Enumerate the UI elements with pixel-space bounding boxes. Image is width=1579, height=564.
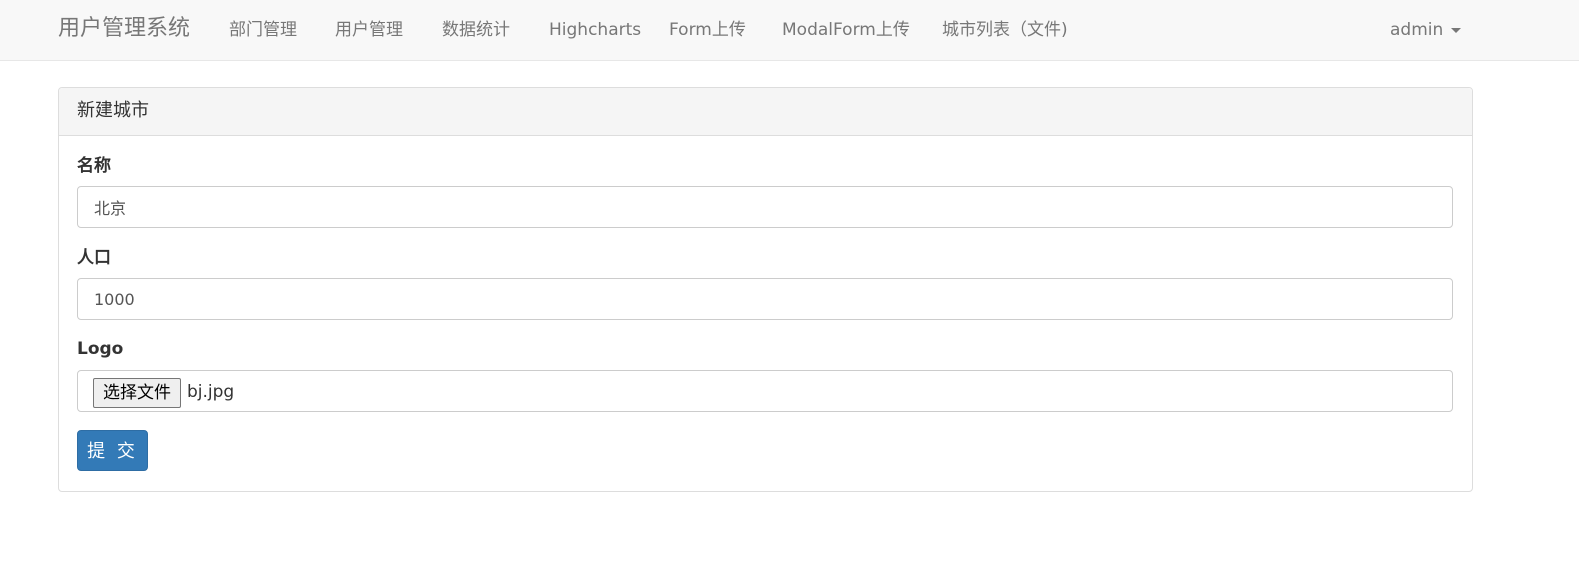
panel-title: 新建城市	[59, 88, 1472, 136]
nav-link-modalform-upload[interactable]: ModalForm上传	[782, 19, 910, 41]
logo-file-input[interactable]: 选择文件 bj.jpg	[77, 370, 1453, 412]
nav-link-highcharts[interactable]: Highcharts	[549, 19, 641, 41]
new-city-panel: 新建城市 名称 人口 Logo 选择文件 bj.jpg 提 交	[58, 87, 1473, 492]
nav-link-city-list[interactable]: 城市列表（文件)	[942, 19, 1068, 41]
user-name: admin	[1390, 20, 1444, 40]
brand-title[interactable]: 用户管理系统	[58, 15, 190, 43]
caret-down-icon	[1451, 27, 1462, 33]
submit-button[interactable]: 提 交	[77, 430, 148, 471]
nav-link-form-upload[interactable]: Form上传	[669, 19, 746, 41]
name-input[interactable]	[77, 186, 1453, 228]
top-navbar: 用户管理系统 部门管理 用户管理 数据统计 Highcharts Form上传 …	[0, 0, 1579, 61]
population-input[interactable]	[77, 278, 1453, 320]
nav-link-departments[interactable]: 部门管理	[229, 19, 297, 41]
nav-link-users[interactable]: 用户管理	[335, 19, 403, 41]
population-label: 人口	[77, 248, 111, 268]
nav-link-statistics[interactable]: 数据统计	[442, 19, 510, 41]
logo-label: Logo	[77, 339, 124, 359]
selected-file-name: bj.jpg	[187, 382, 235, 402]
name-label: 名称	[77, 156, 111, 176]
choose-file-button[interactable]: 选择文件	[93, 378, 181, 408]
user-menu[interactable]: admin	[1390, 19, 1462, 41]
